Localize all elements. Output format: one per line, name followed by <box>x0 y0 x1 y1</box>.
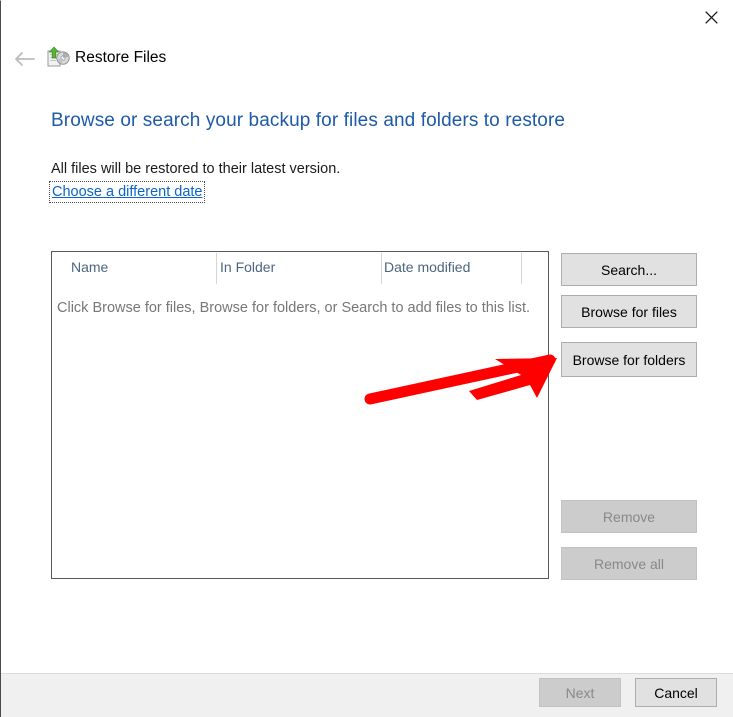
dialog-footer <box>1 673 733 717</box>
browse-for-files-button[interactable]: Browse for files <box>561 295 697 328</box>
empty-list-message: Click Browse for files, Browse for folde… <box>57 300 531 316</box>
restore-files-icon <box>45 45 71 71</box>
browse-for-folders-button[interactable]: Browse for folders <box>561 342 697 377</box>
choose-different-date-focus-ring: Choose a different date <box>49 181 206 203</box>
back-arrow-icon[interactable] <box>9 44 39 74</box>
restore-files-glyph <box>47 46 70 67</box>
list-column-headers: Name In Folder Date modified <box>52 252 548 284</box>
close-icon[interactable] <box>688 1 733 33</box>
restore-file-list[interactable]: Name In Folder Date modified Click Brows… <box>51 251 549 579</box>
navigation-row: Restore Files <box>1 41 733 81</box>
search-button[interactable]: Search... <box>561 253 697 286</box>
remove-button: Remove <box>561 500 697 533</box>
column-header-in-folder[interactable]: In Folder <box>220 259 275 275</box>
restore-version-note: All files will be restored to their late… <box>51 161 341 177</box>
column-divider-3[interactable] <box>521 253 522 284</box>
next-button: Next <box>539 678 621 707</box>
column-divider-1[interactable] <box>216 253 217 284</box>
restore-files-dialog: Restore Files Browse or search your back… <box>0 0 733 717</box>
cancel-button[interactable]: Cancel <box>635 678 717 707</box>
column-header-name[interactable]: Name <box>71 259 108 275</box>
window-title: Restore Files <box>75 49 167 66</box>
title-bar <box>1 1 733 35</box>
page-title: Browse or search your backup for files a… <box>51 110 566 131</box>
choose-different-date-link[interactable]: Choose a different date <box>52 184 202 200</box>
remove-all-button: Remove all <box>561 547 697 580</box>
close-glyph <box>704 10 718 24</box>
back-arrow-glyph <box>15 52 35 66</box>
column-divider-2[interactable] <box>381 253 382 284</box>
column-header-date-modified[interactable]: Date modified <box>384 259 470 275</box>
